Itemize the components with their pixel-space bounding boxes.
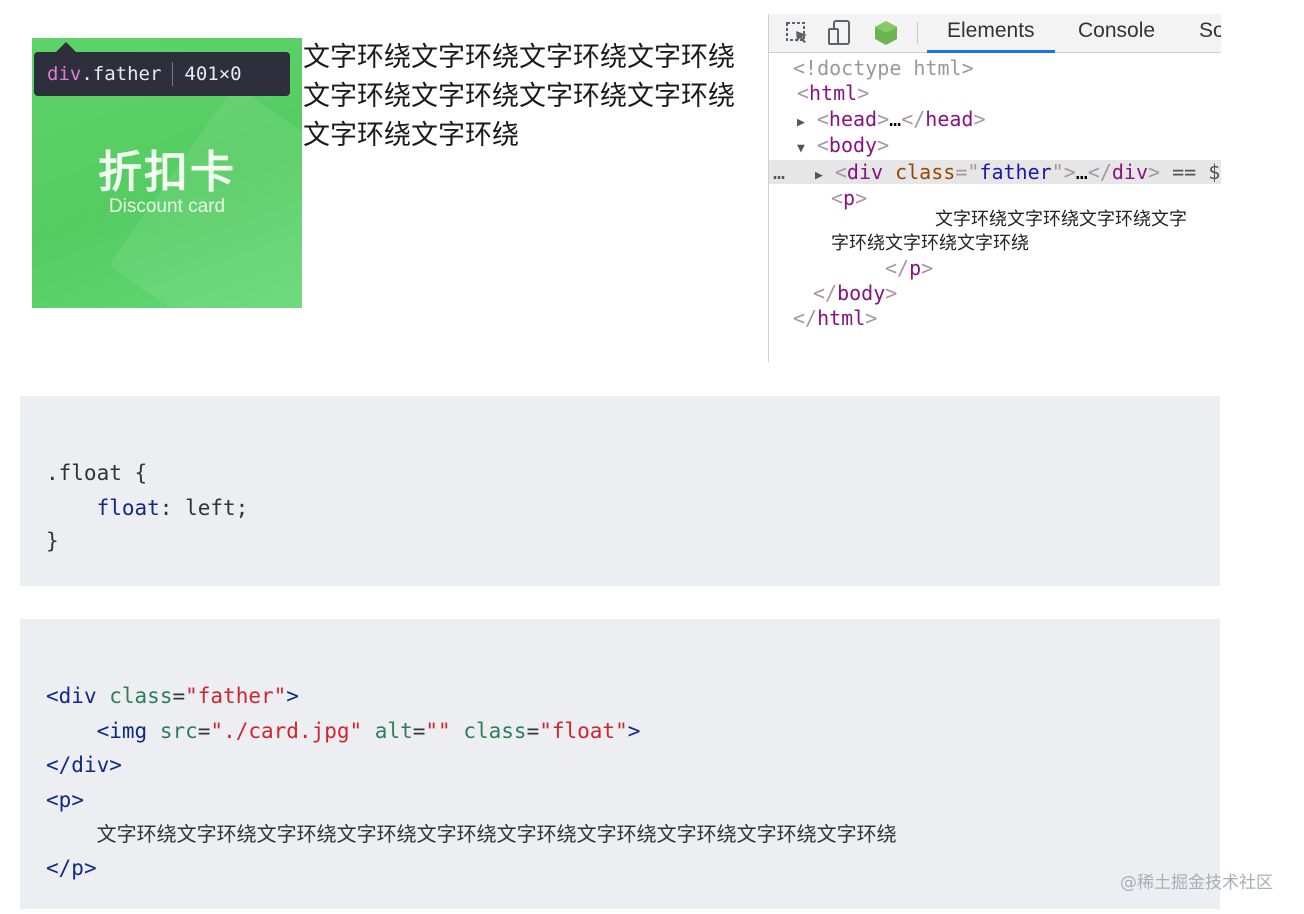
- head-tag: head: [828, 107, 878, 131]
- site-watermark: @稀土掘金技术社区: [1120, 873, 1273, 893]
- code-class-attr: class: [109, 684, 173, 708]
- devtools-toolbar: Elements Console So: [769, 14, 1221, 53]
- code-p-tag: p: [58, 788, 72, 812]
- css-line-selector: .float {: [46, 461, 148, 485]
- dom-html-open[interactable]: <html>: [797, 81, 869, 105]
- html-code-block: <div class="father"> <img src="./card.jp…: [20, 619, 1220, 909]
- dom-div-father-selected[interactable]: … ▶ <div class="father">…</div> == $0: [769, 160, 1221, 184]
- css-value: : left;: [159, 496, 249, 520]
- code-float-value: "float": [539, 719, 628, 743]
- code-father-value: "father": [185, 684, 287, 708]
- p-tag: p: [843, 186, 856, 210]
- element-inspect-tooltip: div .father 401×0: [34, 42, 290, 96]
- css-code-block: .float { float: left; }: [20, 396, 1220, 586]
- dom-p-close[interactable]: </p>: [885, 256, 933, 280]
- dom-body-open[interactable]: ▼ <body>: [797, 133, 889, 157]
- expand-triangle-icon[interactable]: ▶: [815, 168, 823, 183]
- code-img-tag: img: [109, 719, 148, 743]
- div-tag: div: [846, 160, 884, 184]
- code-class-attr-img: class: [463, 719, 527, 743]
- devtools-panel: Elements Console So <!doctype html> <htm…: [768, 14, 1221, 362]
- html-line-p-text: 文字环绕文字环绕文字环绕文字环绕文字环绕文字环绕文字环绕文字环绕文字环绕文字环绕: [46, 817, 897, 851]
- card-title: 折扣卡: [98, 147, 236, 198]
- dom-p-text-line2: 字环绕文字环绕文字环绕: [831, 233, 1029, 254]
- dom-p-text-line1: 文字环绕文字环绕文字环绕文字: [935, 209, 1187, 230]
- expand-triangle-icon[interactable]: ▶: [797, 115, 805, 130]
- dom-p-open[interactable]: <p>: [831, 186, 867, 210]
- html-line-p-close: </p>: [46, 856, 97, 880]
- code-src-value: "./card.jpg": [210, 719, 363, 743]
- html-line-p-open: <p>: [46, 788, 84, 812]
- head-close-tag: head: [925, 107, 974, 131]
- body-tag: body: [828, 133, 878, 157]
- code-div-close-tag: div: [71, 753, 110, 777]
- css-line-declaration: float: left;: [46, 491, 249, 525]
- html-close-tag: html: [817, 306, 866, 330]
- tooltip-dimensions: 401×0: [184, 63, 242, 85]
- dom-body-close[interactable]: </body>: [813, 281, 897, 305]
- tab-console[interactable]: Console: [1078, 17, 1155, 49]
- tooltip-tag: div: [47, 63, 82, 85]
- div-close-tag: div: [1111, 160, 1149, 184]
- toolbar-divider: [917, 22, 918, 44]
- div-class-value: father: [979, 160, 1052, 184]
- p-close-tag: p: [909, 256, 922, 280]
- html-tag: html: [809, 81, 858, 105]
- card-subtitle: Discount card: [108, 196, 226, 217]
- more-actions-dots[interactable]: …: [773, 160, 785, 184]
- div-class-attr: class: [895, 160, 956, 184]
- extension-hexagon-icon[interactable]: [871, 18, 901, 48]
- device-toolbar-icon[interactable]: [825, 18, 855, 48]
- selected-node-marker: == $0: [1172, 160, 1221, 184]
- html-line-img: <img src="./card.jpg" alt="" class="floa…: [96, 719, 641, 743]
- dom-doctype[interactable]: <!doctype html>: [793, 56, 974, 80]
- code-alt-value: "": [425, 719, 451, 743]
- code-alt-attr: alt: [374, 719, 413, 743]
- tooltip-class: .father: [81, 63, 162, 85]
- dom-head[interactable]: ▶ <head>…</head>: [797, 107, 986, 131]
- html-line-div-open: <div class="father">: [46, 684, 299, 708]
- code-div-tag: div: [58, 684, 97, 708]
- code-p-close-tag: p: [71, 856, 84, 880]
- tooltip-separator: [172, 62, 174, 86]
- code-src-attr: src: [159, 719, 198, 743]
- html-line-div-close: </div>: [46, 753, 122, 777]
- css-property: float: [96, 496, 160, 520]
- div-ellipsis: …: [1075, 160, 1088, 184]
- wrapping-paragraph: 文字环绕文字环绕文字环绕文字环绕文字环绕文字环绕文字环绕文字环绕文字环绕文字环绕: [303, 42, 735, 151]
- css-line-close: }: [46, 529, 59, 553]
- tab-sources[interactable]: So: [1199, 17, 1221, 49]
- body-close-tag: body: [837, 281, 886, 305]
- inspect-element-icon[interactable]: [783, 18, 813, 48]
- tab-elements[interactable]: Elements: [927, 17, 1054, 53]
- collapse-triangle-icon[interactable]: ▼: [797, 141, 805, 156]
- head-ellipsis: …: [889, 107, 902, 131]
- code-p-text: 文字环绕文字环绕文字环绕文字环绕文字环绕文字环绕文字环绕文字环绕文字环绕文字环绕: [96, 822, 897, 846]
- dom-html-close[interactable]: </html>: [793, 306, 877, 330]
